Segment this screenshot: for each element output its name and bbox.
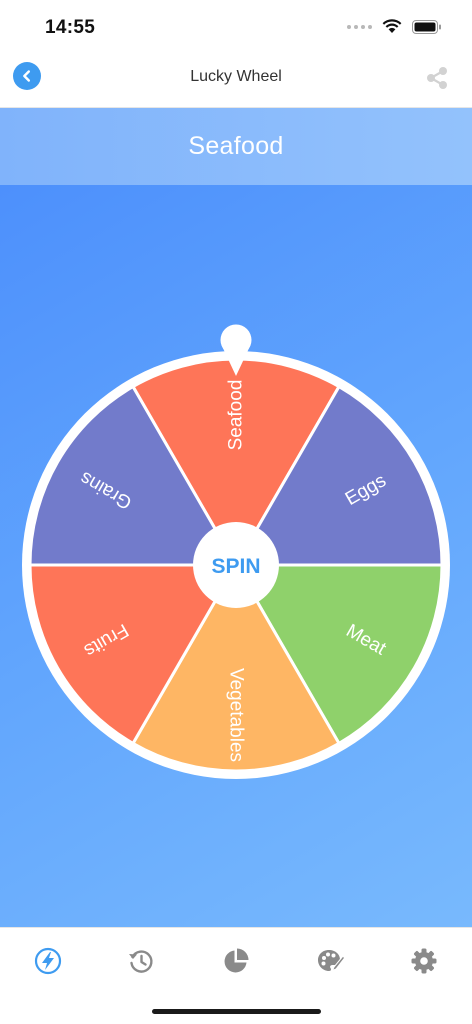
wheel-area: Seafood Eggs Meat Vegetables Fruits Grains SP…	[0, 185, 472, 927]
tab-stats[interactable]	[220, 945, 252, 977]
status-time: 14:55	[45, 17, 96, 38]
wheel[interactable]: SeafoodEggsMeatVegetablesFruitsGrains SP…	[0, 185, 472, 927]
status-bar: 14:55	[0, 0, 472, 56]
page-title: Lucky Wheel	[190, 68, 282, 85]
battery-icon	[412, 19, 441, 34]
wheel-segment-label: Seafood	[226, 380, 247, 451]
spin-button-label: SPIN	[211, 555, 260, 578]
spin-button[interactable]: SPIN	[193, 522, 279, 608]
home-indicator	[152, 1009, 321, 1014]
history-icon	[129, 950, 153, 973]
signal-icon	[347, 24, 372, 29]
tab-settings[interactable]	[408, 945, 440, 977]
tab-theme[interactable]	[314, 945, 346, 977]
result-banner: Seafood	[0, 108, 472, 185]
result-text: Seafood	[188, 132, 284, 160]
pie-chart-icon	[224, 948, 249, 973]
tab-spin[interactable]	[32, 945, 64, 977]
gear-icon	[411, 948, 437, 974]
status-icons	[347, 19, 442, 34]
lightning-icon	[34, 947, 62, 975]
tab-history[interactable]	[125, 945, 157, 977]
nav-bar: Lucky Wheel	[0, 56, 472, 108]
palette-icon	[318, 950, 344, 972]
wifi-icon	[382, 19, 402, 33]
wheel-segment-label: Vegetables	[226, 668, 247, 762]
share-icon[interactable]	[424, 65, 450, 91]
